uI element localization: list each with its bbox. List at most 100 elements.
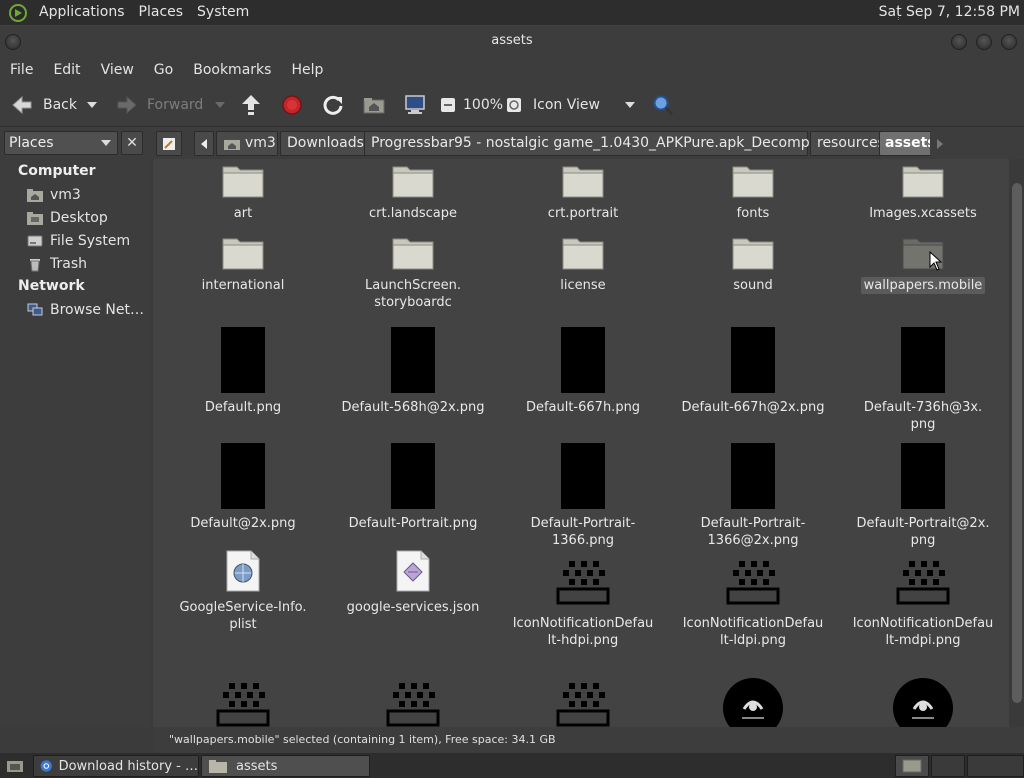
sidebar-mode-select[interactable]: Places (4, 131, 118, 155)
file-icon-wrap (328, 323, 498, 393)
maximize-button[interactable] (976, 34, 992, 50)
image-thumbnail (391, 327, 435, 393)
taskbar-item-label: Download history - … (58, 758, 198, 774)
reload-button[interactable] (322, 83, 344, 127)
file-item[interactable] (328, 667, 498, 727)
file-item[interactable]: Default-736h@3x. png (838, 319, 1008, 433)
sidebar-close-button[interactable]: ✕ (121, 131, 143, 155)
file-item[interactable]: crt.portrait (498, 159, 668, 222)
file-item[interactable]: Default@2x.png (158, 435, 328, 532)
zoom-level[interactable]: 100% (463, 83, 503, 127)
back-label: Back (43, 97, 77, 113)
file-item[interactable]: IconNotificationDefau lt-mdpi.png (838, 545, 1008, 649)
sidebar-item-browse-network[interactable]: Browse Net… (26, 299, 144, 321)
breadcrumb-progressbar95[interactable]: Progressbar95 - nostalgic game_1.0430_AP… (364, 131, 865, 156)
file-item[interactable]: Images.xcassets (838, 159, 1008, 222)
applications-menu[interactable]: Applications (32, 0, 132, 25)
file-item[interactable] (668, 667, 838, 727)
breadcrumb-vm3[interactable]: vm3 (216, 131, 278, 156)
stop-button[interactable] (281, 83, 303, 127)
folder-icon (209, 760, 227, 773)
forward-history-dropdown[interactable] (215, 83, 225, 127)
file-item[interactable]: LaunchScreen. storyboardc (328, 231, 498, 311)
menu-bookmarks[interactable]: Bookmarks (183, 62, 281, 78)
sidebar-item-desktop[interactable]: Desktop (26, 207, 108, 229)
places-menu[interactable]: Places (132, 0, 191, 25)
taskbar-item-assets[interactable]: assets (201, 755, 370, 777)
file-item[interactable]: Default-568h@2x.png (328, 319, 498, 416)
file-item[interactable] (838, 667, 1008, 727)
search-button[interactable] (652, 83, 674, 127)
taskbar-item-label: assets (236, 758, 278, 774)
vertical-scrollbar[interactable] (1009, 159, 1024, 727)
file-item[interactable] (158, 667, 328, 727)
sidebar-item-trash[interactable]: Trash (26, 253, 87, 275)
menu-file[interactable]: File (0, 62, 43, 78)
file-item[interactable] (498, 667, 668, 727)
window-titlebar[interactable]: assets (0, 25, 1024, 56)
file-item[interactable]: GoogleService-Info. plist (158, 545, 328, 633)
breadcrumb-downloads[interactable]: Downloads (280, 131, 371, 156)
menu-edit[interactable]: Edit (43, 62, 90, 78)
clock[interactable]: Sat Sep 7, 12:58 PM (879, 0, 1020, 25)
file-item[interactable]: Default-Portrait- 1366@2x.png (668, 435, 838, 549)
file-item[interactable]: license (498, 231, 668, 294)
location-edit-toggle[interactable] (156, 131, 182, 156)
file-item[interactable]: Default-667h@2x.png (668, 319, 838, 416)
file-icon-wrap (838, 673, 1008, 727)
file-item[interactable]: sound (668, 231, 838, 294)
menu-view[interactable]: View (91, 62, 144, 78)
taskbar-item-download-history[interactable]: Download history - … (33, 755, 199, 777)
forward-arrow-icon (117, 95, 137, 115)
forward-button[interactable]: Forward (115, 83, 203, 127)
system-menu[interactable]: System (190, 0, 256, 25)
file-item[interactable]: Default-Portrait.png (328, 435, 498, 532)
applications-logo-icon[interactable] (8, 3, 28, 23)
computer-button[interactable] (403, 83, 427, 127)
file-icon-wrap (158, 673, 328, 727)
view-mode-select[interactable]: Icon View (533, 83, 637, 127)
file-icon-view[interactable]: art crt.landscape crt.portrait fonts Images.… (153, 159, 1009, 727)
sidebar-section-network: Network (18, 278, 85, 294)
menu-go[interactable]: Go (144, 62, 183, 78)
file-item[interactable]: fonts (668, 159, 838, 222)
breadcrumb-scroll-right[interactable] (930, 131, 948, 156)
desktop-folder-icon (27, 212, 43, 225)
back-button[interactable]: Back (10, 83, 77, 127)
file-item[interactable]: google-services.json (328, 545, 498, 616)
file-item[interactable]: Default-667h.png (498, 319, 668, 416)
show-desktop-button[interactable] (0, 755, 30, 777)
file-item[interactable]: IconNotificationDefau lt-hdpi.png (498, 545, 668, 649)
file-name-label: google-services.json (346, 600, 480, 615)
menu-help[interactable]: Help (281, 62, 333, 78)
file-item[interactable]: Default-Portrait@2x. png (838, 435, 1008, 549)
zoom-in-button[interactable] (506, 83, 522, 127)
workspace-switcher-3[interactable] (967, 755, 1024, 777)
file-name-label: crt.landscape (369, 206, 457, 221)
sidebar-item-vm3[interactable]: vm3 (26, 184, 81, 206)
file-item[interactable]: IconNotificationDefau lt-ldpi.png (668, 545, 838, 649)
sidebar-item-filesystem[interactable]: File System (26, 230, 130, 252)
file-item[interactable]: Default.png (158, 319, 328, 416)
scrollbar-thumb[interactable] (1012, 183, 1022, 703)
file-item[interactable]: crt.landscape (328, 159, 498, 222)
chevron-right-icon (937, 139, 943, 149)
file-item[interactable]: wallpapers.mobile (838, 231, 1008, 294)
file-name-label: license (560, 278, 606, 293)
file-item[interactable]: art (158, 159, 328, 222)
image-thumbnail (561, 327, 605, 393)
workspace-switcher-1[interactable] (895, 755, 929, 777)
workspace-switcher-2[interactable] (931, 755, 965, 777)
minimize-button[interactable] (951, 34, 967, 50)
back-history-dropdown[interactable] (87, 83, 97, 127)
home-button[interactable] (362, 83, 386, 127)
file-item[interactable]: international (158, 231, 328, 294)
folder-icon (562, 166, 604, 198)
app-logo-thumbnail (723, 678, 783, 727)
close-button[interactable] (1001, 34, 1017, 50)
file-item[interactable]: Default-Portrait- 1366.png (498, 435, 668, 549)
file-name-label: wallpapers.mobile (860, 277, 986, 294)
zoom-out-button[interactable] (440, 83, 456, 127)
up-button[interactable] (240, 83, 262, 127)
breadcrumb-scroll-left[interactable] (194, 131, 214, 156)
